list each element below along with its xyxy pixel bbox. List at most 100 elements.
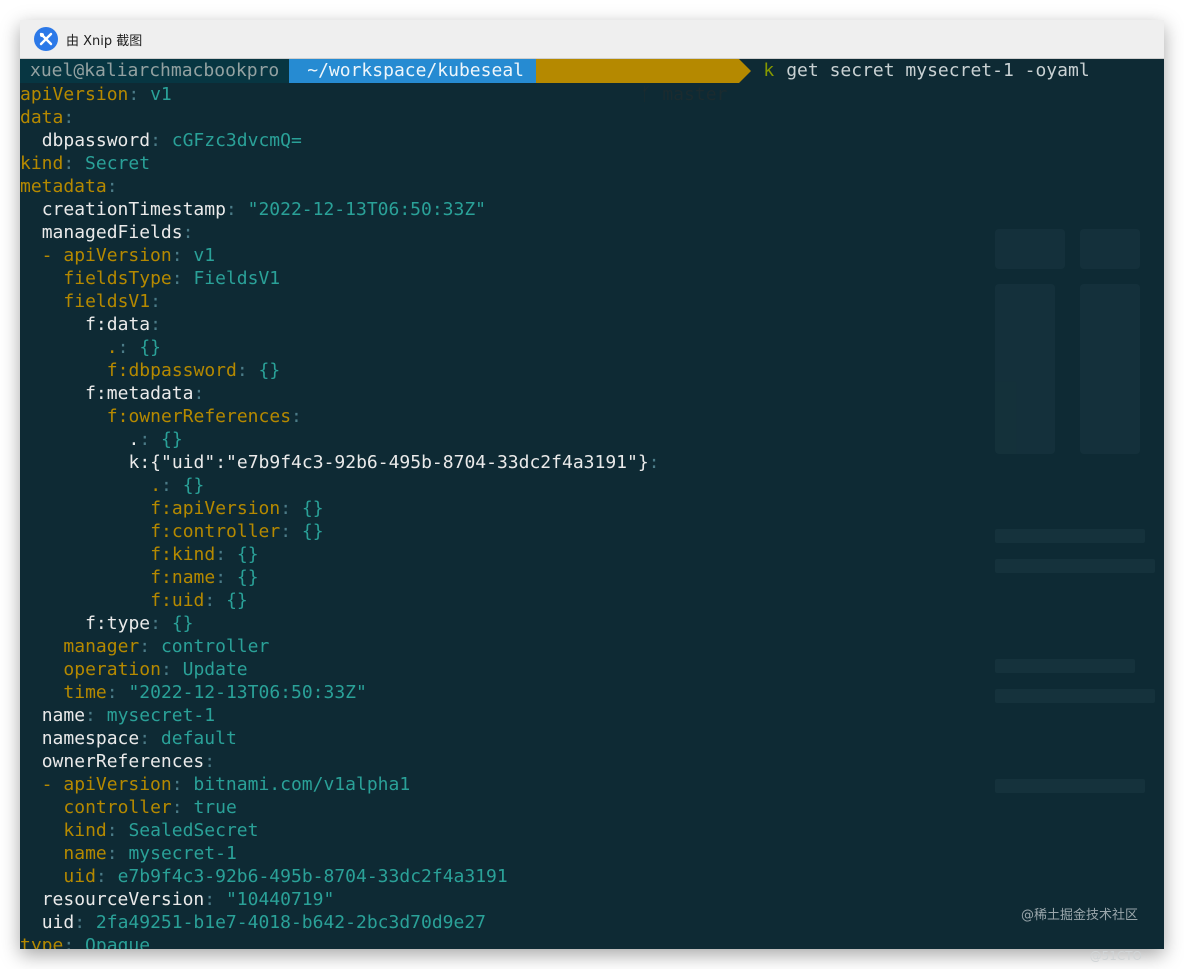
yaml-separator: : bbox=[291, 406, 302, 427]
yaml-line: f:ownerReferences: bbox=[107, 405, 302, 428]
yaml-value: {} bbox=[236, 544, 259, 565]
yaml-key: name bbox=[41, 705, 86, 726]
yaml-value: mysecret-1 bbox=[106, 705, 216, 726]
yaml-key: apiVersion bbox=[20, 84, 129, 105]
faint-background-text bbox=[995, 659, 1135, 673]
yaml-key: creationTimestamp bbox=[41, 199, 226, 220]
yaml-value: Update bbox=[182, 659, 248, 680]
yaml-value: {} bbox=[236, 567, 259, 588]
faint-background-text bbox=[995, 689, 1155, 703]
yaml-key: uid bbox=[41, 912, 75, 933]
yaml-line: - apiVersion: v1 bbox=[20, 244, 215, 267]
yaml-value: "10440719" bbox=[225, 889, 335, 910]
yaml-value: default bbox=[160, 728, 237, 749]
yaml-value: "2022-12-13T06:50:33Z" bbox=[247, 199, 487, 220]
yaml-separator: : bbox=[85, 705, 107, 726]
yaml-key: type bbox=[20, 935, 64, 949]
yaml-key: ownerReferences bbox=[41, 751, 205, 772]
yaml-separator: : bbox=[74, 912, 96, 933]
yaml-line: name: mysecret-1 bbox=[63, 842, 236, 865]
yaml-value: {} bbox=[182, 475, 205, 496]
terminal-output[interactable]: xuel@kaliarchmacbookpro ~/workspace/kube… bbox=[20, 59, 1164, 949]
shell-prompt: xuel@kaliarchmacbookpro ~/workspace/kube… bbox=[20, 59, 1090, 105]
yaml-separator: : bbox=[171, 268, 194, 289]
yaml-key: kind bbox=[63, 820, 107, 841]
yaml-key: name bbox=[63, 843, 107, 864]
yaml-value: Secret bbox=[85, 153, 151, 174]
yaml-line: controller: true bbox=[63, 796, 236, 819]
yaml-key: . bbox=[106, 337, 118, 358]
yaml-separator: : bbox=[106, 682, 129, 703]
yaml-line: .: {} bbox=[150, 474, 204, 497]
yaml-key: f:ownerReferences bbox=[106, 406, 292, 427]
yaml-key: . bbox=[128, 429, 140, 450]
yaml-key: time bbox=[63, 682, 107, 703]
yaml-list-dash: - bbox=[20, 774, 64, 795]
yaml-value: "2022-12-13T06:50:33Z" bbox=[128, 682, 367, 703]
yaml-line: f:type: {} bbox=[85, 612, 193, 635]
yaml-key: uid bbox=[63, 866, 96, 887]
yaml-line: metadata: bbox=[20, 175, 118, 198]
yaml-separator: : bbox=[204, 889, 226, 910]
yaml-line: .: {} bbox=[107, 336, 161, 359]
yaml-value: cGFzc3dvcmQ= bbox=[171, 130, 302, 151]
yaml-value: {} bbox=[226, 590, 248, 611]
yaml-line: f:kind: {} bbox=[150, 543, 258, 566]
yaml-value: v1 bbox=[150, 84, 172, 105]
yaml-key: controller bbox=[63, 797, 172, 818]
yaml-separator: : bbox=[63, 153, 86, 174]
yaml-separator: : bbox=[225, 199, 248, 220]
yaml-line: name: mysecret-1 bbox=[42, 704, 215, 727]
yaml-separator: : bbox=[63, 107, 75, 128]
yaml-value: mysecret-1 bbox=[128, 843, 237, 864]
yaml-value: true bbox=[193, 797, 237, 818]
yaml-value: {} bbox=[139, 337, 162, 358]
yaml-separator: : bbox=[204, 751, 216, 772]
yaml-line: operation: Update bbox=[63, 658, 247, 681]
yaml-line: manager: controller bbox=[63, 635, 269, 658]
yaml-separator: : bbox=[139, 429, 162, 450]
yaml-key: apiVersion bbox=[63, 245, 172, 266]
yaml-separator: : bbox=[280, 521, 302, 542]
title-bar: 由 Xnip 截图 bbox=[20, 20, 1164, 59]
background-watermark bbox=[995, 229, 1155, 469]
prompt-user: xuel@kaliarchmacbookpro bbox=[20, 59, 290, 83]
yaml-separator: : bbox=[139, 728, 161, 749]
yaml-key: fieldsV1 bbox=[63, 291, 151, 312]
yaml-line: k:{"uid":"e7b9f4c3-92b6-495b-8704-33dc2f… bbox=[129, 451, 660, 474]
yaml-key: resourceVersion bbox=[41, 889, 205, 910]
yaml-key: metadata bbox=[20, 176, 107, 197]
yaml-separator: : bbox=[280, 498, 302, 519]
yaml-separator: : bbox=[236, 360, 259, 381]
yaml-key: f:uid bbox=[150, 590, 205, 611]
prompt-path: ~/workspace/kubeseal bbox=[289, 59, 536, 83]
yaml-key: f:kind bbox=[150, 544, 216, 565]
yaml-separator: : bbox=[63, 935, 86, 949]
yaml-key: f:metadata bbox=[85, 383, 194, 404]
yaml-key: fieldsType bbox=[63, 268, 172, 289]
yaml-line: uid: 2fa49251-b1e7-4018-b642-2bc3d70d9e2… bbox=[42, 911, 486, 934]
command-alias: k bbox=[763, 60, 775, 81]
yaml-value: FieldsV1 bbox=[193, 268, 281, 289]
yaml-key: f:dbpassword bbox=[106, 360, 237, 381]
command-text: get secret mysecret-1 -oyaml bbox=[786, 60, 1090, 81]
yaml-line: ownerReferences: bbox=[42, 750, 215, 773]
yaml-line: f:uid: {} bbox=[150, 589, 248, 612]
terminal-window: 由 Xnip 截图 xuel@kaliarchmacbookpro ~/work… bbox=[20, 20, 1164, 949]
yaml-value: e7b9f4c3-92b6-495b-8704-33dc2f4a3191 bbox=[117, 866, 508, 887]
watermark-text-secondary: @51CTO bbox=[1089, 949, 1142, 963]
yaml-line: f:dbpassword: {} bbox=[107, 359, 280, 382]
faint-background-text bbox=[995, 529, 1145, 543]
yaml-key: data bbox=[20, 107, 64, 128]
yaml-value: v1 bbox=[193, 245, 216, 266]
yaml-separator: : bbox=[106, 176, 118, 197]
yaml-key: dbpassword bbox=[41, 130, 151, 151]
yaml-value: controller bbox=[160, 636, 270, 657]
yaml-list-dash: - bbox=[20, 245, 64, 266]
yaml-separator: : bbox=[204, 590, 227, 611]
yaml-line: f:apiVersion: {} bbox=[150, 497, 323, 520]
git-branch-icon: ᚶ bbox=[640, 84, 663, 105]
yaml-key: apiVersion bbox=[63, 774, 172, 795]
yaml-line: f:name: {} bbox=[150, 566, 258, 589]
yaml-key: f:apiVersion bbox=[150, 498, 281, 519]
